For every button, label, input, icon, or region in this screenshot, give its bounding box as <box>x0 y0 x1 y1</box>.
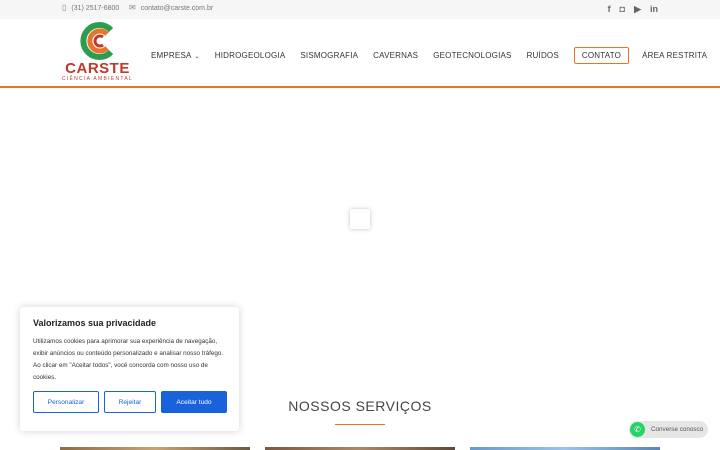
nav-item-area-restrita[interactable]: ÁREA RESTRITA <box>642 51 707 60</box>
youtube-icon[interactable]: ▶ <box>634 4 641 14</box>
site-header: CARSTE CIÊNCIA AMBIENTAL EMPRESA ⌄ HIDROG… <box>0 19 720 88</box>
accept-all-button[interactable]: Aceitar tudo <box>161 391 227 413</box>
nav-item-contato[interactable]: CONTATO <box>573 47 630 64</box>
reject-button[interactable]: Rejeitar <box>104 391 156 413</box>
nav-item-cavernas[interactable]: CAVERNAS <box>373 51 418 60</box>
mail-icon: ✉ <box>129 3 136 12</box>
social-links: f ◘ ▶ in <box>608 4 658 14</box>
chevron-down-icon: ⌄ <box>194 54 200 60</box>
whatsapp-chat-button[interactable]: ✆ Converse conosco <box>629 421 708 438</box>
email-contact[interactable]: ✉ contato@carste.com.br <box>129 4 213 12</box>
logo-mark-icon <box>80 22 114 60</box>
nav-item-ruidos[interactable]: RUÍDOS <box>527 51 559 60</box>
phone-icon: ▯ <box>62 3 67 12</box>
main-nav: EMPRESA ⌄ HIDROGEOLOGIA SISMOGRAFIA CAVER… <box>151 47 720 64</box>
whatsapp-label: Converse conosco <box>651 426 704 433</box>
nav-item-geotecnologias[interactable]: GEOTECNOLOGIAS <box>433 51 511 60</box>
linkedin-icon[interactable]: in <box>650 4 658 14</box>
phone-contact[interactable]: ▯ (31) 2517-6800 <box>62 4 119 12</box>
cookie-consent-banner: Valorizamos sua privacidade Utilizamos c… <box>20 307 239 431</box>
nav-item-hidrogeologia[interactable]: HIDROGEOLOGIA <box>215 51 286 60</box>
cookie-text: Utilizamos cookies para aprimorar sua ex… <box>33 338 224 381</box>
email-address: contato@carste.com.br <box>140 4 214 12</box>
cookie-buttons: Personalizar Rejeitar Aceitar tudo <box>33 391 227 413</box>
title-divider <box>335 424 385 425</box>
cookie-title: Valorizamos sua privacidade <box>33 318 157 328</box>
phone-number: (31) 2517-6800 <box>71 4 120 12</box>
top-bar: ▯ (31) 2517-6800 ✉ contato@carste.com.br… <box>0 0 720 19</box>
site-logo[interactable]: CARSTE CIÊNCIA AMBIENTAL <box>60 22 135 84</box>
nav-item-empresa[interactable]: EMPRESA ⌄ <box>151 51 200 60</box>
logo-brand-text: CARSTE <box>65 60 130 77</box>
hero-loader <box>350 209 370 229</box>
instagram-icon[interactable]: ◘ <box>620 4 625 14</box>
whatsapp-icon: ✆ <box>630 422 645 437</box>
nav-item-label: EMPRESA <box>151 51 192 60</box>
logo-tagline: CIÊNCIA AMBIENTAL <box>61 76 134 82</box>
nav-item-sismografia[interactable]: SISMOGRAFIA <box>300 51 358 60</box>
customize-button[interactable]: Personalizar <box>33 391 99 413</box>
facebook-icon[interactable]: f <box>608 4 611 14</box>
